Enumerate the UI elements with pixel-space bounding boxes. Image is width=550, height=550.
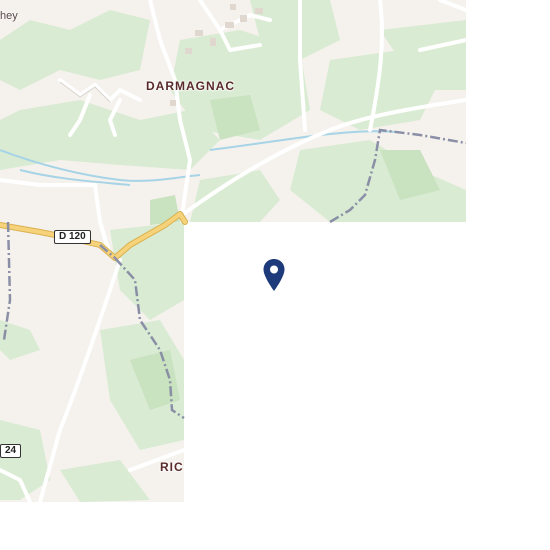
road-shield-d24: 24 xyxy=(0,444,22,458)
place-label-partial-corner: hey xyxy=(0,10,18,22)
town-label-partial: RIC xyxy=(160,460,184,474)
town-label-darmagnac: DARMAGNAC xyxy=(146,79,235,93)
road-shield-d120: D 120 xyxy=(54,230,91,244)
map-pin-icon xyxy=(263,259,285,291)
location-marker[interactable] xyxy=(262,258,286,292)
map-view[interactable]: DARMAGNAC RIC hey D 120 24 xyxy=(0,0,550,550)
